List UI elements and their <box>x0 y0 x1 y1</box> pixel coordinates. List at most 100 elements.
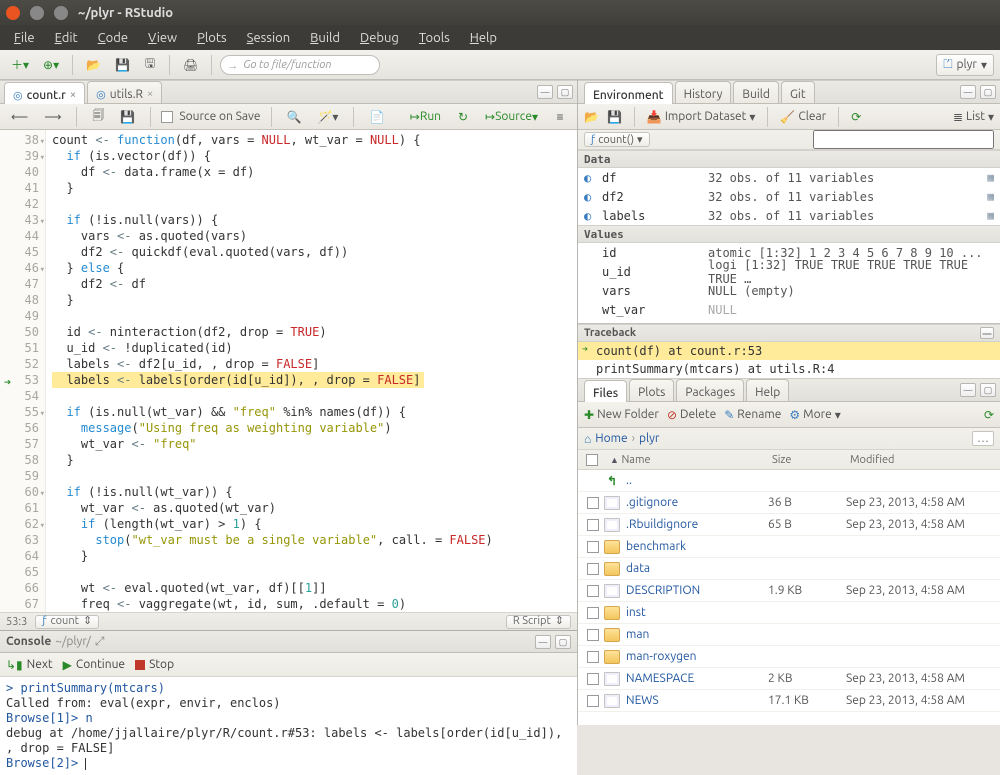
window-minimize-button[interactable] <box>30 6 44 20</box>
menu-session[interactable]: Session <box>237 27 300 49</box>
rerun-button[interactable]: ↻ <box>452 106 474 128</box>
file-name[interactable]: .. <box>626 474 632 487</box>
save-file-button[interactable]: 💾 <box>115 106 140 128</box>
menu-build[interactable]: Build <box>300 27 350 49</box>
select-all-checkbox[interactable] <box>586 454 598 466</box>
tab-plots[interactable]: Plots <box>629 379 674 401</box>
tab-files[interactable]: Files <box>584 380 627 402</box>
import-dataset-button[interactable]: 📥 Import Dataset▾ <box>647 110 756 124</box>
debug-continue-button[interactable]: ▶Continue <box>63 658 125 672</box>
console-output[interactable]: > printSummary(mtcars)Called from: eval(… <box>0 677 577 775</box>
breadcrumb-plyr[interactable]: plyr <box>639 432 659 445</box>
pane-maximize-button[interactable]: ▢ <box>557 85 573 99</box>
code-editor[interactable]: 38▾39▾40414243▾444546▾47484950515253➔545… <box>0 130 577 612</box>
traceback-frame[interactable]: printSummary(mtcars) at utils.R:4 <box>578 360 1000 378</box>
pane-maximize-button[interactable]: ▢ <box>980 383 996 397</box>
env-row[interactable]: ◐df232 obs. of 11 variables▦ <box>578 187 1000 206</box>
env-row[interactable]: varsNULL (empty) <box>578 281 1000 300</box>
file-row[interactable]: man-roxygen <box>578 646 1000 668</box>
pane-maximize-button[interactable]: ▢ <box>980 85 996 99</box>
new-project-button[interactable]: ⊕▾ <box>38 54 64 76</box>
pane-minimize-button[interactable]: — <box>535 635 551 649</box>
env-row[interactable]: ◐labels32 obs. of 11 variables▦ <box>578 206 1000 225</box>
open-file-button[interactable]: 📂 <box>81 54 106 76</box>
file-row[interactable]: inst <box>578 602 1000 624</box>
file-name[interactable]: man-roxygen <box>626 650 697 663</box>
window-maximize-button[interactable] <box>54 6 68 20</box>
pane-minimize-button[interactable]: — <box>960 85 976 99</box>
grid-icon[interactable]: ▦ <box>987 209 994 222</box>
tab-help[interactable]: Help <box>746 379 789 401</box>
project-menu[interactable]: ⏍ plyr ▾ <box>936 54 994 76</box>
clear-button[interactable]: 🧹 Clear <box>780 110 826 124</box>
run-button[interactable]: ↦ Run <box>405 106 446 128</box>
compile-report-button[interactable]: 📄 <box>364 106 389 128</box>
rename-button[interactable]: ✎ Rename <box>724 408 781 422</box>
file-name[interactable]: inst <box>626 606 646 619</box>
file-type-menu[interactable]: R Script ⇕ <box>506 615 571 629</box>
col-name[interactable]: ▲ Name <box>604 454 772 466</box>
file-checkbox[interactable] <box>587 607 599 619</box>
traceback-frame[interactable]: count(df) at count.r:53 <box>578 342 1000 360</box>
menu-help[interactable]: Help <box>460 27 507 49</box>
file-checkbox[interactable] <box>587 651 599 663</box>
print-button[interactable]: 🖨 <box>178 54 203 76</box>
file-row[interactable]: NAMESPACE2 KBSep 23, 2013, 4:58 AM <box>578 668 1000 690</box>
tab-git[interactable]: Git <box>781 81 815 103</box>
file-row-up[interactable]: ↰.. <box>578 470 1000 492</box>
file-checkbox[interactable] <box>587 673 599 685</box>
menu-file[interactable]: File <box>4 27 45 49</box>
save-workspace-button[interactable]: 💾 <box>607 110 622 124</box>
files-list[interactable]: ↰...gitignore36 BSep 23, 2013, 4:58 AM.R… <box>578 470 1000 712</box>
pane-maximize-button[interactable]: ▢ <box>555 635 571 649</box>
menu-debug[interactable]: Debug <box>350 27 409 49</box>
file-name[interactable]: .Rbuildignore <box>626 518 698 531</box>
tab-history[interactable]: History <box>675 81 732 103</box>
tab-packages[interactable]: Packages <box>676 379 744 401</box>
forward-button[interactable]: ⟶ <box>39 106 66 128</box>
traceback-collapse-button[interactable]: — <box>980 327 994 339</box>
col-size[interactable]: Size <box>772 454 850 466</box>
file-name[interactable]: NEWS <box>626 694 659 707</box>
grid-icon[interactable]: ▦ <box>987 190 994 203</box>
wand-button[interactable]: 🪄▾ <box>312 106 343 128</box>
file-name[interactable]: .gitignore <box>626 496 678 509</box>
file-name[interactable]: benchmark <box>626 540 686 553</box>
new-file-button[interactable]: ＋▾ <box>6 54 34 76</box>
scope-nav[interactable]: ƒ count ⇕ <box>35 615 99 629</box>
debug-stop-button[interactable]: Stop <box>135 658 174 671</box>
env-row[interactable]: ◐df32 obs. of 11 variables▦ <box>578 168 1000 187</box>
env-search-input[interactable] <box>813 130 994 149</box>
file-checkbox[interactable] <box>587 585 599 597</box>
more-button[interactable]: ⚙ More▾ <box>789 408 840 422</box>
file-row[interactable]: .Rbuildignore65 BSep 23, 2013, 4:58 AM <box>578 514 1000 536</box>
tab-environment[interactable]: Environment <box>584 82 673 104</box>
save-all-button[interactable]: 🖫 <box>139 54 161 76</box>
file-name[interactable]: man <box>626 628 649 641</box>
file-checkbox[interactable] <box>587 519 599 531</box>
home-icon[interactable]: ⌂ <box>584 432 591 446</box>
file-checkbox[interactable] <box>587 695 599 707</box>
close-icon[interactable]: × <box>147 88 153 100</box>
window-close-button[interactable] <box>6 6 20 20</box>
menu-plots[interactable]: Plots <box>187 27 237 49</box>
menu-view[interactable]: View <box>138 27 187 49</box>
breadcrumb-home[interactable]: Home <box>595 432 627 445</box>
file-row[interactable]: DESCRIPTION1.9 KBSep 23, 2013, 4:58 AM <box>578 580 1000 602</box>
col-modified[interactable]: Modified <box>850 454 1000 466</box>
show-in-pane-button[interactable]: 🗐 <box>87 106 109 128</box>
save-button[interactable]: 💾 <box>110 54 135 76</box>
file-row[interactable]: man <box>578 624 1000 646</box>
tab-utils-r[interactable]: ◎ utils.R × <box>87 81 162 103</box>
outline-button[interactable]: ≡ <box>549 106 571 128</box>
delete-button[interactable]: ⊘ Delete <box>667 408 716 422</box>
file-checkbox[interactable] <box>587 629 599 641</box>
file-checkbox[interactable] <box>587 541 599 553</box>
find-button[interactable]: 🔍 <box>282 106 307 128</box>
load-workspace-button[interactable]: 📂 <box>584 110 599 124</box>
source-button[interactable]: ↦ Source ▾ <box>480 106 543 128</box>
tab-build[interactable]: Build <box>733 81 779 103</box>
menu-edit[interactable]: Edit <box>45 27 88 49</box>
tab-count-r[interactable]: ◎ count.r × <box>4 82 85 104</box>
source-on-save-checkbox[interactable] <box>161 111 173 123</box>
